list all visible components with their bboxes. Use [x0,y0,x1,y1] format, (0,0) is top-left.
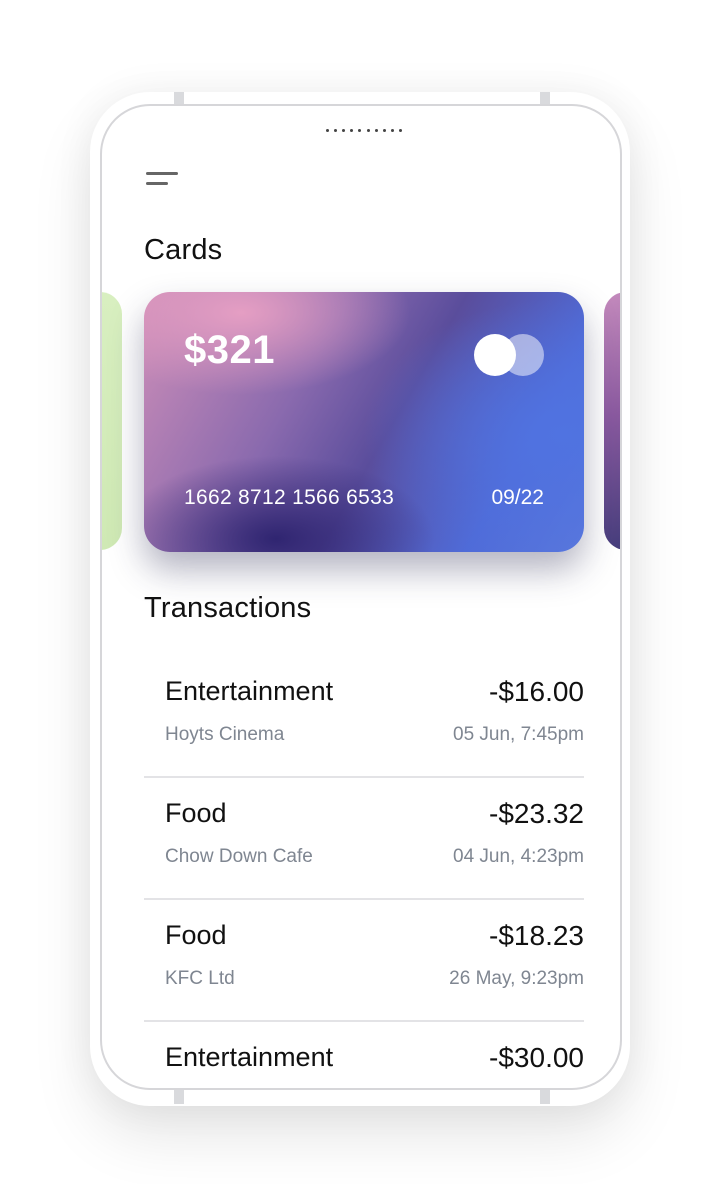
app-screen: Cards $321 1662 8712 1566 6533 09/22 Tra… [0,0,718,1184]
phone-screen: Cards $321 1662 8712 1566 6533 09/22 Tra… [100,104,622,1090]
transaction-amount: -$30.00 [489,1042,584,1073]
card-network-logo-icon [474,334,544,376]
transaction-row[interactable]: Food -$23.32 Chow Down Cafe 04 Jun, 4:23… [144,778,584,900]
transaction-category: Food [165,920,227,950]
transaction-date: 05 Jun, 7:45pm [453,724,584,745]
speaker-grille [326,127,402,133]
credit-card[interactable]: $321 1662 8712 1566 6533 09/22 [144,292,584,552]
cards-title: Cards [144,234,223,266]
transactions-list: Entertainment -$16.00 Hoyts Cinema 05 Ju… [144,656,584,1088]
device-tab [540,1090,550,1104]
device-tab [174,1090,184,1104]
transaction-date: 04 Jun, 4:23pm [453,846,584,867]
card-balance: $321 [184,328,275,372]
transaction-date: 26 May, 9:23pm [449,968,584,989]
transaction-category: Food [165,798,227,828]
transaction-category: Entertainment [165,1042,334,1072]
card-peek-previous[interactable] [102,292,122,550]
transaction-row[interactable]: Entertainment -$16.00 Hoyts Cinema 05 Ju… [144,656,584,778]
card-number: 1662 8712 1566 6533 [184,486,395,509]
transaction-amount: -$16.00 [489,676,584,707]
transaction-amount: -$18.23 [489,920,584,951]
transaction-merchant: Chow Down Cafe [165,846,313,867]
transaction-merchant: KFC Ltd [165,968,235,989]
transaction-merchant: Hoyts Cinema [165,724,285,745]
transaction-row[interactable]: Food -$18.23 KFC Ltd 26 May, 9:23pm [144,900,584,1022]
card-expiry: 09/22 [491,486,544,509]
card-peek-next[interactable] [604,292,620,550]
transaction-amount: -$23.32 [489,798,584,829]
transactions-title: Transactions [144,592,312,624]
transaction-row[interactable]: Entertainment -$30.00 [144,1022,584,1088]
transaction-category: Entertainment [165,676,334,706]
hamburger-menu-icon[interactable] [146,172,180,192]
